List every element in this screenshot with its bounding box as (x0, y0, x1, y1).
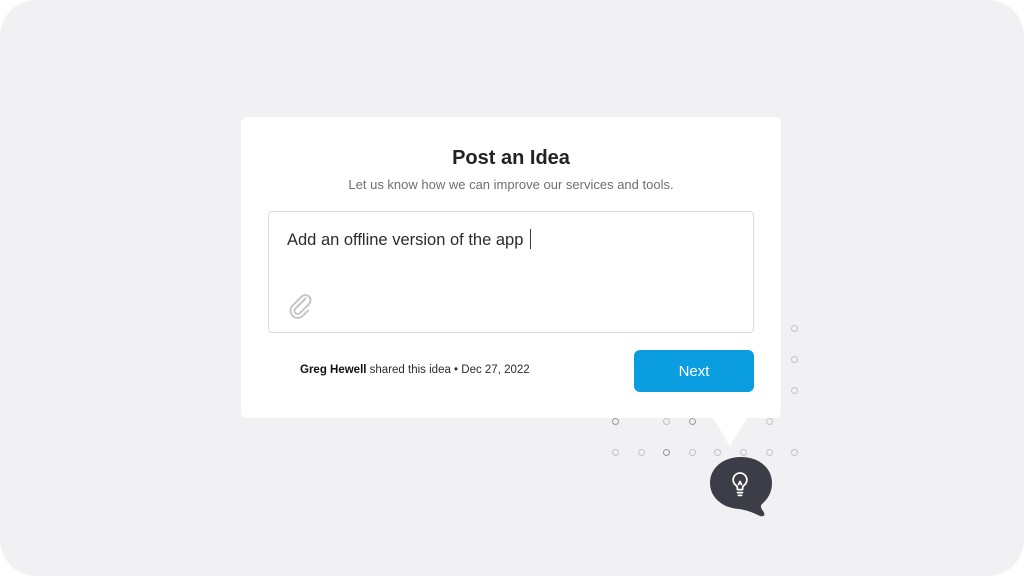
author-name: Greg Hewell (300, 364, 367, 376)
dialog-subtitle: Let us know how we can improve our servi… (348, 177, 674, 192)
dialog-title: Post an Idea (452, 147, 570, 169)
dot (766, 449, 773, 456)
dot (791, 325, 798, 332)
idea-input-text: Add an offline version of the app (287, 229, 532, 250)
dot (612, 449, 619, 456)
dot (663, 418, 670, 425)
paperclip-icon[interactable] (287, 292, 315, 320)
dot (663, 449, 670, 456)
idea-input[interactable]: Add an offline version of the app (268, 211, 754, 333)
idea-input-value: Add an offline version of the app (287, 231, 524, 249)
dot (689, 449, 696, 456)
post-idea-dialog: Post an Idea Let us know how we can impr… (241, 117, 781, 418)
shared-by-line: Greg Hewell shared this idea • Dec 27, 2… (300, 364, 530, 376)
dot (689, 418, 696, 425)
page-background: Post an Idea Let us know how we can impr… (0, 0, 1024, 576)
card-pointer (713, 418, 747, 446)
dot (638, 449, 645, 456)
dot (740, 449, 747, 456)
next-button[interactable]: Next (634, 350, 754, 392)
idea-chat-bubble (710, 457, 772, 517)
dot (714, 449, 721, 456)
text-caret (530, 229, 532, 249)
dot (791, 387, 798, 394)
dot (612, 418, 619, 425)
dot (791, 356, 798, 363)
shared-date-text: shared this idea • Dec 27, 2022 (366, 364, 530, 376)
dot (791, 449, 798, 456)
dot (766, 418, 773, 425)
